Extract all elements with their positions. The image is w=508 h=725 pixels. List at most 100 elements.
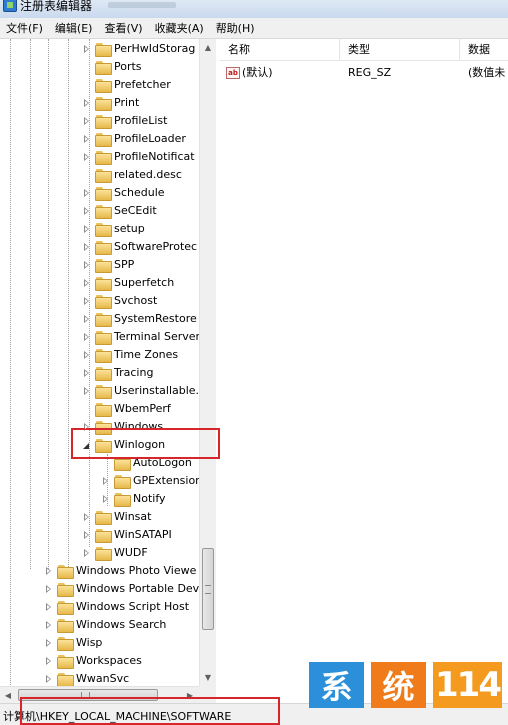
expand-arrow-icon[interactable] xyxy=(82,296,91,306)
expand-arrow-icon[interactable] xyxy=(44,674,53,684)
tree-node-label: Schedule xyxy=(114,186,165,199)
expand-arrow-icon[interactable] xyxy=(101,476,110,486)
tree-node[interactable]: WbemPerf xyxy=(82,400,171,418)
tree-node[interactable]: SPP xyxy=(82,256,134,274)
tree-node[interactable]: Workspaces xyxy=(44,652,142,670)
tree-node[interactable]: ProfileList xyxy=(82,112,167,130)
expand-arrow-icon[interactable] xyxy=(82,134,91,144)
column-header-data[interactable]: 数据 xyxy=(460,39,508,61)
tree-node[interactable]: Superfetch xyxy=(82,274,174,292)
scroll-left-icon[interactable]: ◀ xyxy=(0,687,16,703)
tree-node[interactable]: Windows Photo Viewe xyxy=(44,562,196,580)
folder-icon xyxy=(57,564,74,579)
tree-node[interactable]: Svchost xyxy=(82,292,157,310)
value-data-cell[interactable]: (数值未 xyxy=(468,63,508,83)
tree-node[interactable]: PerHwIdStorag xyxy=(82,40,195,58)
tree-node[interactable]: GPExtension xyxy=(101,472,202,490)
menu-view[interactable]: 查看(V) xyxy=(98,18,148,39)
scroll-down-icon[interactable]: ▼ xyxy=(200,669,216,685)
expand-arrow-icon[interactable] xyxy=(82,314,91,324)
tree-node-label: SPP xyxy=(114,258,135,271)
expand-arrow-icon[interactable] xyxy=(82,206,91,216)
registry-tree-pane[interactable]: PerHwIdStorag Ports Prefetcher Print Profile… xyxy=(0,39,216,703)
tree-node[interactable]: Time Zones xyxy=(82,346,178,364)
expand-arrow-icon[interactable] xyxy=(82,242,91,252)
value-name-cell[interactable]: ab (默认) xyxy=(226,63,338,83)
folder-icon xyxy=(95,150,112,165)
folder-icon xyxy=(95,222,112,237)
title-bar[interactable]: 注册表编辑器 xyxy=(0,0,508,18)
tree-vertical-scrollbar[interactable]: ▲ ▼ xyxy=(199,39,216,686)
tree-node[interactable]: SeCEdit xyxy=(82,202,157,220)
tree-node[interactable]: Print xyxy=(82,94,139,112)
tree-node[interactable]: ProfileLoader xyxy=(82,130,186,148)
menu-file[interactable]: 文件(F) xyxy=(0,18,49,39)
expand-arrow-icon[interactable] xyxy=(82,116,91,126)
expand-arrow-icon[interactable] xyxy=(44,602,53,612)
column-header-name[interactable]: 名称 xyxy=(220,39,340,61)
folder-icon xyxy=(95,366,112,381)
expand-arrow-icon[interactable] xyxy=(44,584,53,594)
tree-node-label: Windows Photo Viewe xyxy=(76,564,197,577)
folder-icon xyxy=(95,78,112,93)
highlight-winlogon xyxy=(71,428,220,459)
tree-node[interactable]: Windows Script Host xyxy=(44,598,189,616)
folder-icon xyxy=(95,258,112,273)
menu-help[interactable]: 帮助(H) xyxy=(210,18,261,39)
tree-node[interactable]: Prefetcher xyxy=(82,76,171,94)
expand-arrow-icon[interactable] xyxy=(82,350,91,360)
expand-arrow-icon[interactable] xyxy=(82,530,91,540)
tree-node[interactable]: Wisp xyxy=(44,634,102,652)
folder-icon xyxy=(57,600,74,615)
tree-node[interactable]: Notify xyxy=(101,490,166,508)
tree-node[interactable]: SystemRestore xyxy=(82,310,197,328)
expand-arrow-icon[interactable] xyxy=(82,260,91,270)
string-value-icon: ab xyxy=(226,67,240,79)
menu-edit[interactable]: 编辑(E) xyxy=(49,18,99,39)
expand-arrow-icon[interactable] xyxy=(101,494,110,504)
expand-arrow-icon[interactable] xyxy=(82,548,91,558)
value-type-cell[interactable]: REG_SZ xyxy=(348,63,458,83)
tree-node-label: Windows Script Host xyxy=(76,600,190,613)
expand-arrow-icon[interactable] xyxy=(82,98,91,108)
tree-node[interactable]: related.desc xyxy=(82,166,182,184)
folder-icon xyxy=(95,204,112,219)
tree-node[interactable]: Windows Portable Dev xyxy=(44,580,199,598)
expand-arrow-icon[interactable] xyxy=(82,368,91,378)
tree-node[interactable]: Ports xyxy=(82,58,142,76)
tree-node[interactable]: Userinstallable. xyxy=(82,382,199,400)
tree-node[interactable]: Windows Search xyxy=(44,616,166,634)
expand-arrow-icon[interactable] xyxy=(82,188,91,198)
tree-node[interactable]: Winsat xyxy=(82,508,151,526)
folder-icon xyxy=(95,240,112,255)
column-header-type[interactable]: 类型 xyxy=(340,39,460,61)
site-watermark-logo: 系 统 114 xyxy=(309,662,502,708)
tree-node[interactable]: ProfileNotificat xyxy=(82,148,195,166)
folder-icon xyxy=(95,60,112,75)
tree-node[interactable]: WinSATAPI xyxy=(82,526,172,544)
expand-arrow-icon[interactable] xyxy=(44,620,53,630)
expand-arrow-icon[interactable] xyxy=(82,224,91,234)
tree-node[interactable]: Terminal Server xyxy=(82,328,200,346)
folder-icon xyxy=(95,384,112,399)
tree-node[interactable]: setup xyxy=(82,220,145,238)
expand-arrow-icon[interactable] xyxy=(44,566,53,576)
expand-arrow-icon[interactable] xyxy=(82,278,91,288)
menu-favorites[interactable]: 收藏夹(A) xyxy=(149,18,210,39)
expand-arrow-icon[interactable] xyxy=(82,386,91,396)
folder-icon xyxy=(95,132,112,147)
scroll-thumb[interactable] xyxy=(202,548,214,630)
expand-arrow-icon[interactable] xyxy=(82,152,91,162)
expand-arrow-icon[interactable] xyxy=(82,332,91,342)
tree-node[interactable]: SoftwareProtec xyxy=(82,238,197,256)
expand-arrow-icon[interactable] xyxy=(44,638,53,648)
tree-node[interactable]: Schedule xyxy=(82,184,165,202)
registry-values-pane[interactable]: 名称 类型 数据 ab (默认) REG_SZ (数值未 xyxy=(220,39,508,703)
expand-arrow-icon[interactable] xyxy=(82,512,91,522)
scroll-up-icon[interactable]: ▲ xyxy=(200,39,216,55)
expand-arrow-icon[interactable] xyxy=(82,44,91,54)
tree-node[interactable]: WUDF xyxy=(82,544,148,562)
expand-arrow-icon[interactable] xyxy=(44,656,53,666)
regedit-app-icon xyxy=(3,0,17,12)
tree-node[interactable]: Tracing xyxy=(82,364,153,382)
